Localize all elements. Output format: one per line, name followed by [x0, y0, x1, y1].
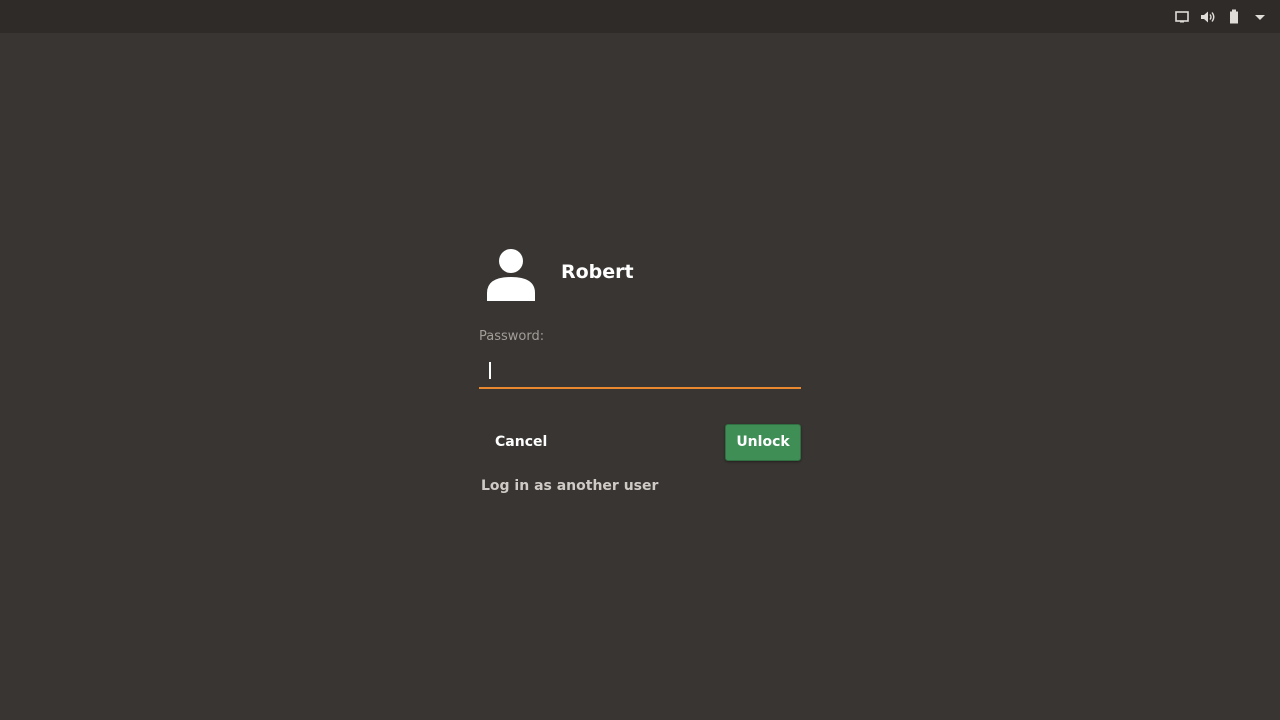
system-tray — [1174, 0, 1268, 33]
user-name: Robert — [561, 261, 634, 283]
password-input[interactable] — [479, 354, 801, 387]
cancel-button[interactable]: Cancel — [479, 424, 563, 460]
avatar — [479, 247, 543, 301]
top-panel — [0, 0, 1280, 33]
unlock-dialog: Robert Password: Cancel Unlock Log in as… — [479, 247, 801, 496]
volume-icon[interactable] — [1200, 9, 1216, 25]
password-field[interactable] — [479, 354, 801, 389]
battery-icon[interactable] — [1226, 9, 1242, 25]
menu-arrow-icon[interactable] — [1252, 9, 1268, 25]
password-label: Password: — [479, 329, 545, 344]
user-row: Robert — [479, 247, 801, 301]
log-in-as-another-user-link[interactable]: Log in as another user — [481, 476, 801, 496]
button-row: Cancel Unlock — [479, 423, 801, 461]
unlock-button[interactable]: Unlock — [725, 423, 801, 461]
text-caret — [489, 362, 491, 379]
display-icon[interactable] — [1174, 9, 1190, 25]
user-icon — [487, 249, 535, 301]
